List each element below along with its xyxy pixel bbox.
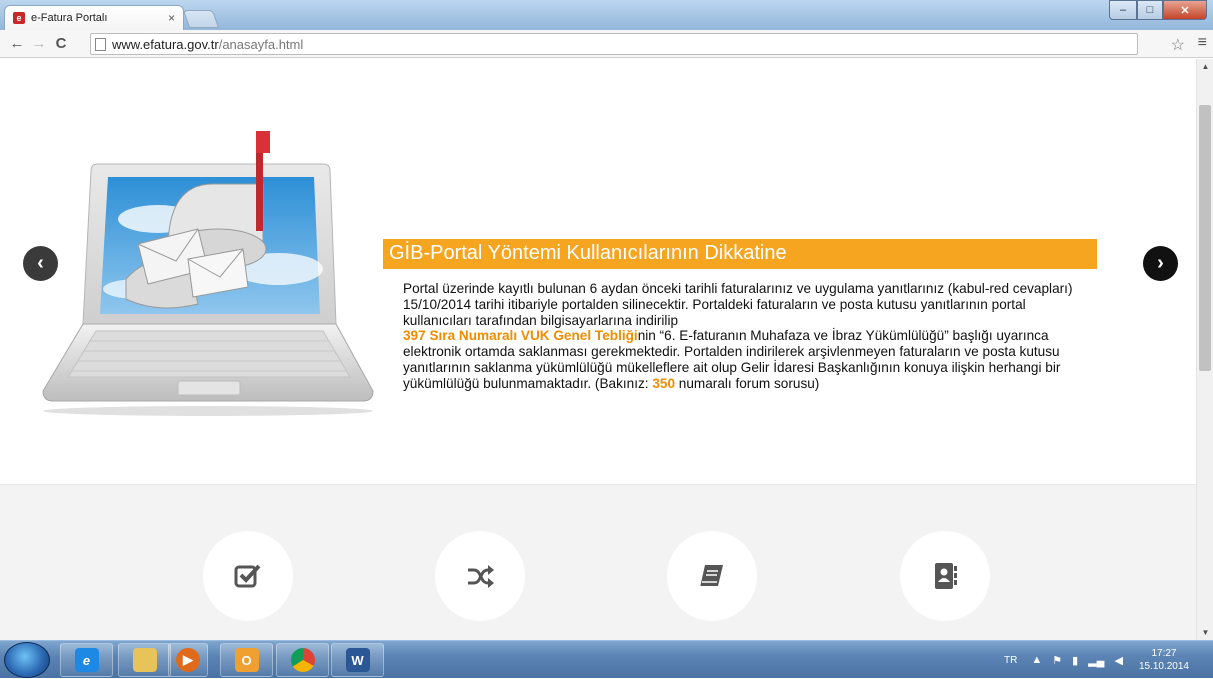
bookmark-star-icon[interactable]: ☆ bbox=[1171, 35, 1185, 55]
feature-book-button[interactable] bbox=[667, 531, 757, 621]
browser-tab[interactable]: e e-Fatura Portalı × bbox=[4, 5, 184, 30]
taskbar-word-button[interactable]: W bbox=[331, 643, 384, 677]
start-button[interactable] bbox=[4, 642, 50, 678]
forum-question-link[interactable]: 350 bbox=[652, 376, 675, 391]
media-player-icon: ▶ bbox=[176, 648, 200, 672]
window-titlebar: e e-Fatura Portalı × – □ ✕ bbox=[0, 0, 1213, 30]
feature-checkbox-button[interactable] bbox=[203, 531, 293, 621]
book-icon bbox=[700, 565, 723, 586]
efatura-favicon-icon: e bbox=[13, 12, 25, 24]
scroll-up-arrow-icon[interactable]: ▲ bbox=[1197, 62, 1213, 71]
tab-close-icon[interactable]: × bbox=[168, 11, 175, 25]
minimize-button[interactable]: – bbox=[1109, 0, 1137, 20]
contacts-icon bbox=[935, 563, 957, 589]
address-bar[interactable]: www.efatura.gov.tr/anasayfa.html bbox=[90, 33, 1138, 55]
clock[interactable]: 17:27 15.10.2014 bbox=[1139, 647, 1189, 673]
shuffle-icon bbox=[468, 565, 494, 588]
taskbar-outlook-button[interactable]: O bbox=[220, 643, 273, 677]
url-path: /anasayfa.html bbox=[218, 36, 304, 52]
new-tab-button[interactable] bbox=[182, 10, 220, 28]
show-hidden-icons-icon[interactable]: ▲ bbox=[1031, 654, 1042, 666]
network-icon[interactable]: ▂▄ bbox=[1088, 654, 1104, 667]
url-host: www.efatura.gov.tr bbox=[112, 36, 219, 52]
menu-hamburger-icon[interactable]: ≡ bbox=[1198, 34, 1207, 52]
announcement-text-part3: numaralı forum sorusu) bbox=[675, 375, 820, 391]
announcement-title: GİB-Portal Yöntemi Kullanıcılarının Dikk… bbox=[389, 242, 787, 264]
page-viewport: ‹ › GİB-Portal Yöntemi Kullanıcılarının … bbox=[0, 59, 1213, 640]
taskbar-media-button[interactable]: ▶ bbox=[168, 643, 208, 677]
vuk-teblig-link[interactable]: 397 Sıra Numaralı VUK Genel Tebliği bbox=[403, 328, 638, 343]
word-icon: W bbox=[345, 648, 370, 672]
tab-title: e-Fatura Portalı bbox=[31, 12, 108, 24]
feature-contacts-button[interactable] bbox=[900, 531, 990, 621]
announcement-text-part1: Portal üzerinde kayıtlı bulunan 6 aydan … bbox=[403, 281, 1073, 328]
volume-icon[interactable]: ◀ bbox=[1114, 654, 1122, 667]
features-section bbox=[0, 485, 1196, 640]
outlook-icon: O bbox=[234, 648, 259, 672]
page-icon bbox=[95, 37, 106, 51]
taskbar-chrome-button[interactable] bbox=[276, 643, 329, 677]
power-icon[interactable]: ▮ bbox=[1072, 654, 1078, 667]
forward-arrow-icon[interactable]: → bbox=[28, 35, 50, 52]
reload-icon[interactable]: C bbox=[50, 35, 72, 52]
window-controls: – □ ✕ bbox=[1109, 0, 1207, 20]
announcement-body: Portal üzerinde kayıtlı bulunan 6 aydan … bbox=[403, 281, 1083, 392]
checkbox-icon bbox=[234, 564, 261, 588]
close-button[interactable]: ✕ bbox=[1163, 0, 1207, 20]
vertical-scrollbar[interactable]: ▲ ▼ bbox=[1196, 59, 1213, 640]
scrollbar-thumb[interactable] bbox=[1199, 105, 1211, 371]
clock-date: 15.10.2014 bbox=[1138, 661, 1189, 672]
language-indicator[interactable]: TR bbox=[1004, 655, 1017, 666]
announcement-title-banner: GİB-Portal Yöntemi Kullanıcılarının Dikk… bbox=[383, 239, 1097, 269]
internet-explorer-icon: e bbox=[74, 648, 99, 672]
taskbar-explorer-button[interactable] bbox=[118, 643, 171, 677]
next-slide-button[interactable]: › bbox=[1143, 246, 1178, 281]
clock-time: 17:27 bbox=[1151, 648, 1177, 659]
action-center-flag-icon[interactable]: ⚑ bbox=[1052, 654, 1062, 667]
scroll-down-arrow-icon[interactable]: ▼ bbox=[1197, 628, 1213, 637]
chrome-icon bbox=[290, 648, 315, 672]
maximize-button[interactable]: □ bbox=[1137, 0, 1163, 20]
system-tray: TR ▲ ⚑ ▮ ▂▄ ◀ 17:27 15.10.2014 bbox=[1004, 641, 1209, 679]
laptop-mailbox-image bbox=[42, 131, 374, 416]
back-arrow-icon[interactable]: ← bbox=[6, 35, 28, 52]
taskbar-ie-button[interactable]: e bbox=[60, 643, 113, 677]
browser-toolbar: ← → C www.efatura.gov.tr/anasayfa.html ☆… bbox=[0, 30, 1213, 58]
feature-shuffle-button[interactable] bbox=[435, 531, 525, 621]
folder-icon bbox=[132, 648, 157, 672]
announcement-slider: ‹ › GİB-Portal Yöntemi Kullanıcılarının … bbox=[0, 59, 1196, 484]
windows-taskbar: e ▶ O W TR ▲ ⚑ ▮ ▂▄ ◀ 17:27 15.10.2014 bbox=[0, 640, 1213, 678]
